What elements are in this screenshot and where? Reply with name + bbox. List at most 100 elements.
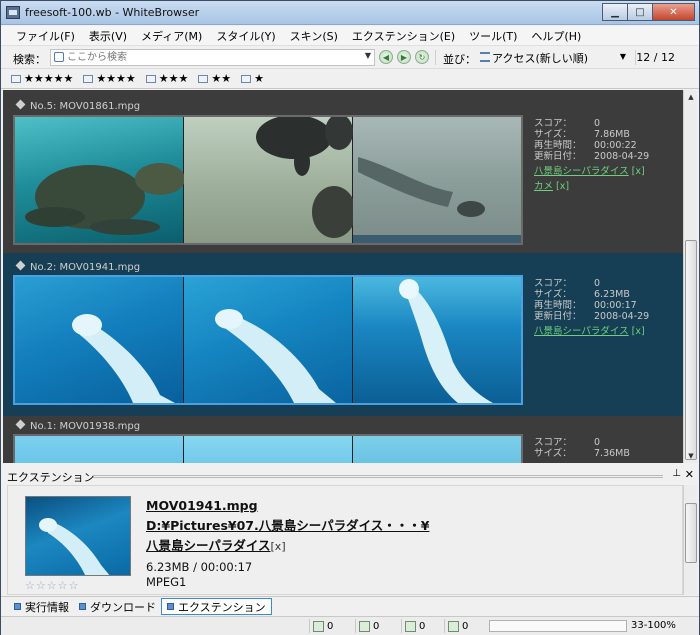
thumbnail-status-icon (448, 620, 459, 632)
remove-tag-button[interactable]: [x] (632, 326, 645, 337)
diamond-icon (15, 260, 26, 271)
thumbnail-strip[interactable] (13, 434, 523, 463)
rating-filter-4[interactable]: ★★★★ (83, 72, 136, 85)
extension-scrollbar[interactable] (683, 485, 697, 595)
media-entry[interactable]: No.1: MOV01938.mpg スコア： 0 サイズ： 7.36MB (3, 416, 683, 463)
filter-icon (83, 74, 94, 83)
close-button[interactable]: ✕ (652, 3, 695, 21)
window-title: freesoft-100.wb - WhiteBrowser (25, 6, 200, 19)
diamond-icon (15, 419, 26, 430)
tab-download[interactable]: ダウンロード (74, 598, 161, 615)
detail-tag[interactable]: 八景島シーパラダイス (146, 538, 271, 553)
beluga-image (39, 518, 110, 575)
filter-icon (145, 74, 156, 83)
minimize-button[interactable]: ▁ (602, 3, 628, 21)
video-thumbnail[interactable] (15, 436, 184, 463)
tag-link[interactable]: 八景島シーパラダイス (534, 166, 629, 177)
list-scrollbar[interactable]: ▲ ▼ (683, 90, 697, 463)
detail-filename[interactable]: MOV01941.mpg (146, 496, 429, 516)
media-entry[interactable]: No.5: MOV01861.mpg スコア： 0 サイズ： 7.86MB 再生… (3, 90, 683, 254)
diamond-icon (15, 99, 26, 110)
thumbnail-strip[interactable] (13, 275, 523, 405)
zoom-level: 33-100% (631, 620, 676, 631)
media-entry-selected[interactable]: No.2: MOV01941.mpg スコア： 0 サイズ： 6.23MB 再生… (3, 253, 683, 416)
extension-panel-header: エクステンション ⊥ ✕ (1, 467, 699, 484)
tab-run-info[interactable]: 実行情報 (9, 598, 74, 615)
menu-help[interactable]: ヘルプ(H) (524, 26, 588, 46)
duration-value: 00:00:22 (594, 140, 637, 151)
sort-select[interactable]: アクセス(新しい順) ▼ (492, 50, 632, 66)
rating-filter-2[interactable]: ★★ (198, 72, 231, 85)
video-thumbnail[interactable] (184, 277, 353, 403)
remove-tag-button[interactable]: [x] (556, 181, 569, 192)
menu-file[interactable]: ファイル(F) (9, 26, 82, 46)
tab-icon (14, 603, 21, 610)
scroll-down-icon[interactable]: ▼ (684, 449, 698, 463)
status-count: 0 (355, 619, 400, 633)
search-box[interactable]: ▼ (50, 49, 375, 66)
date-value: 2008-04-29 (594, 311, 650, 322)
remove-tag-button[interactable]: [x] (632, 166, 645, 177)
window-controls: ▁ □ ✕ (602, 3, 695, 21)
search-toolbar: 検索： ▼ ◀ ▶ ↻ 並び： アクセス(新しい順) ▼ 12 / 12 (1, 47, 699, 69)
beluga-image (72, 314, 175, 403)
entry-metadata: スコア： 0 サイズ： 6.23MB 再生時間： 00:00:17 更新日付： 2008… (534, 278, 650, 337)
app-window: freesoft-100.wb - WhiteBrowser ▁ □ ✕ ファイ… (0, 0, 700, 635)
scroll-up-icon[interactable]: ▲ (684, 90, 698, 104)
menu-media[interactable]: メディア(M) (134, 26, 209, 46)
menu-skin[interactable]: スキン(S) (283, 26, 345, 46)
sort-icon (480, 52, 490, 62)
search-icon (54, 52, 64, 62)
turtle-image (25, 163, 185, 235)
tab-icon (167, 603, 174, 610)
tab-extension[interactable]: エクステンション (161, 598, 272, 615)
entry-title: No.5: MOV01861.mpg (15, 99, 140, 112)
rating-filter-5[interactable]: ★★★★★ (11, 72, 73, 85)
scrollbar-thumb[interactable] (685, 240, 697, 460)
detail-remove-tag[interactable]: [x] (271, 540, 286, 553)
date-value: 2008-04-29 (594, 151, 650, 162)
entry-metadata: スコア： 0 サイズ： 7.86MB 再生時間： 00:00:22 更新日付： 2008… (534, 118, 650, 192)
menu-tools[interactable]: ツール(T) (462, 26, 524, 46)
refresh-icon[interactable]: ↻ (415, 50, 429, 64)
close-icon[interactable]: ✕ (685, 468, 694, 481)
forward-icon[interactable]: ▶ (397, 50, 411, 64)
tag-link[interactable]: 八景島シーパラダイス (534, 326, 629, 337)
beluga-image (399, 279, 493, 403)
detail-thumbnail[interactable] (25, 496, 131, 576)
pin-icon[interactable]: ⊥ (672, 468, 681, 479)
video-thumbnail[interactable] (15, 117, 185, 243)
video-thumbnail[interactable] (353, 117, 521, 243)
media-list[interactable]: No.5: MOV01861.mpg スコア： 0 サイズ： 7.86MB 再生… (3, 90, 683, 463)
video-thumbnail[interactable] (15, 277, 184, 403)
video-thumbnail[interactable] (353, 436, 521, 463)
filter-icon (241, 74, 252, 83)
entry-title: No.1: MOV01938.mpg (15, 419, 140, 432)
detail-rating-stars[interactable]: ☆☆☆☆☆ (25, 579, 79, 592)
detail-path[interactable]: D:¥Pictures¥07.八景島シーパラダイス・・・¥ (146, 516, 429, 536)
search-dropdown-icon[interactable]: ▼ (365, 51, 371, 60)
video-thumbnail[interactable] (184, 436, 353, 463)
tag-link[interactable]: カメ (534, 181, 553, 192)
menu-bar: ファイル(F) 表示(V) メディア(M) スタイル(Y) スキン(S) エクス… (1, 26, 699, 46)
scrollbar-thumb[interactable] (685, 503, 697, 563)
menu-style[interactable]: スタイル(Y) (209, 26, 282, 46)
video-thumbnail[interactable] (353, 277, 521, 403)
extension-panel-title: エクステンション (7, 471, 95, 484)
back-icon[interactable]: ◀ (379, 50, 393, 64)
menu-extension[interactable]: エクステンション(E) (345, 26, 462, 46)
title-bar: freesoft-100.wb - WhiteBrowser ▁ □ ✕ (1, 1, 699, 25)
detail-info: MOV01941.mpg D:¥Pictures¥07.八景島シーパラダイス・・… (146, 496, 429, 590)
menu-view[interactable]: 表示(V) (82, 26, 134, 46)
rating-filter-3[interactable]: ★★★ (145, 72, 188, 85)
add-status-icon (359, 620, 370, 632)
app-icon (6, 6, 20, 19)
beluga-image (215, 309, 336, 403)
status-count: 0 (309, 619, 354, 633)
video-thumbnail[interactable] (184, 117, 354, 243)
search-status-icon (313, 620, 324, 632)
search-input[interactable] (67, 51, 347, 64)
thumbnail-strip[interactable] (13, 115, 523, 245)
maximize-button[interactable]: □ (627, 3, 653, 21)
rating-filter-1[interactable]: ★ (241, 72, 264, 85)
